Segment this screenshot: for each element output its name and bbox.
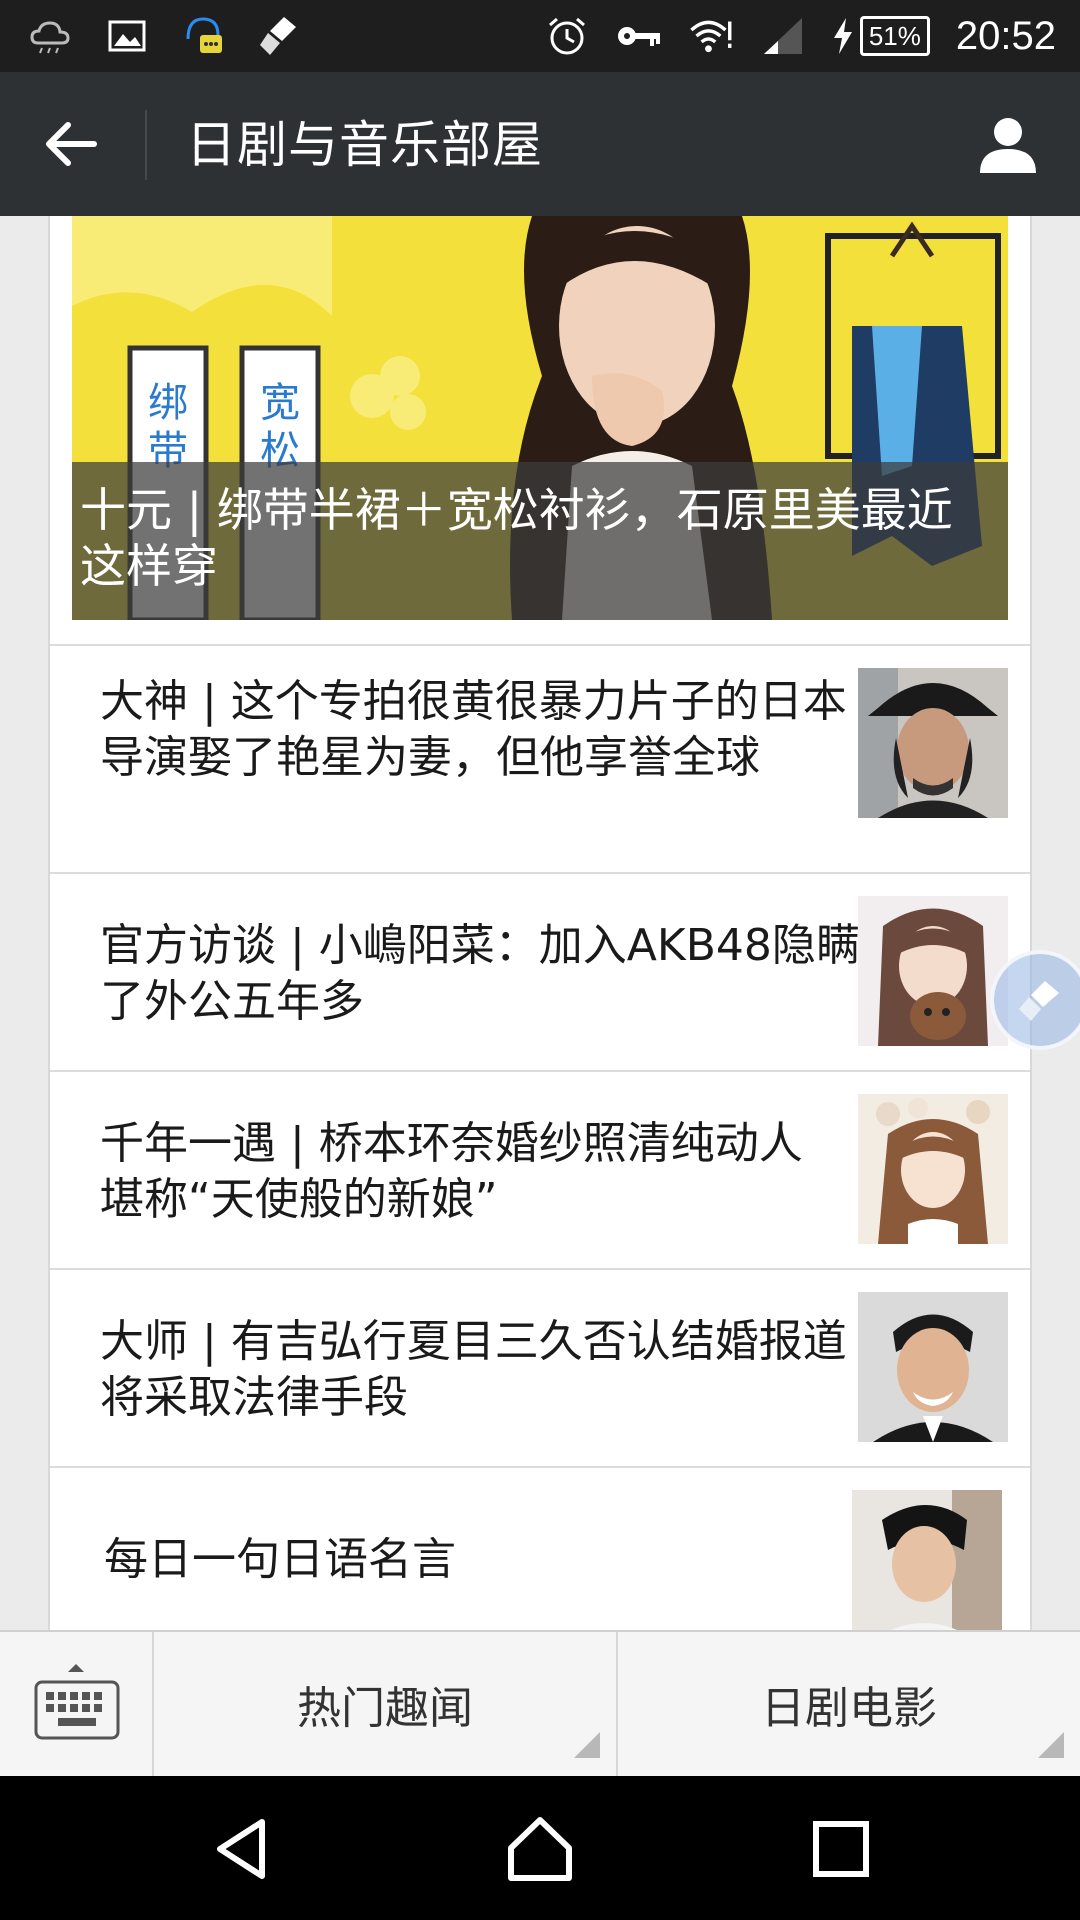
article-title: 每日一句日语名言 xyxy=(104,1534,456,1585)
cover-caption: 十元 | 绑带半裙＋宽松衬衫，石原里美最近这样穿 xyxy=(72,462,1008,620)
battery-indicator: 51% xyxy=(832,16,930,56)
image-icon xyxy=(104,13,150,59)
cleaner-icon xyxy=(1019,981,1059,1021)
key-icon xyxy=(616,13,662,59)
title-bar: 日剧与音乐部屋 xyxy=(0,72,1080,216)
alarm-icon xyxy=(544,13,590,59)
nav-recents-button[interactable] xyxy=(796,1804,886,1894)
article-title: 大神 | 这个专拍很黄很暴力片子的日本导演娶了艳星为妻，但他享誉全球 xyxy=(100,676,847,783)
menu-item-drama-movies[interactable]: 日剧电影 xyxy=(618,1632,1080,1776)
back-button[interactable] xyxy=(34,112,108,176)
cleaner-icon xyxy=(256,13,302,59)
nav-back-button[interactable] xyxy=(198,1804,288,1894)
charging-icon xyxy=(833,18,852,54)
bottom-menu: 热门趣闻 日剧电影 xyxy=(0,1630,1080,1776)
square-recents-icon xyxy=(813,1821,869,1877)
cover-label-right: 宽 xyxy=(260,380,300,426)
article-title: 官方访谈 | 小嶋阳菜：加入AKB48隐瞒了外公五年多 xyxy=(100,920,860,1027)
weather-icon xyxy=(28,13,74,59)
signal-icon xyxy=(760,13,806,59)
triangle-back-icon xyxy=(217,1819,265,1879)
wifi-icon xyxy=(688,13,734,59)
cover-label-left: 绑 xyxy=(148,380,188,426)
support-chat-icon xyxy=(180,13,226,59)
list-item[interactable]: 千年一遇 | 桥本环奈婚纱照清纯动人 堪称“天使般的新娘” xyxy=(50,1070,1030,1268)
status-bar: 51% 20:52 xyxy=(0,0,1080,72)
person-icon xyxy=(980,118,1036,173)
page-title: 日剧与音乐部屋 xyxy=(186,116,543,174)
list-item[interactable]: 大师 | 有吉弘行夏目三久否认结婚报道 将采取法律手段 xyxy=(50,1268,1030,1466)
arrow-left-icon xyxy=(46,122,97,166)
floating-cleaner-button[interactable] xyxy=(990,950,1080,1050)
keyboard-toggle-button[interactable] xyxy=(0,1632,154,1776)
status-time: 20:52 xyxy=(955,13,1056,58)
battery-level: 51% xyxy=(859,16,930,56)
navigation-bar xyxy=(0,1776,1080,1920)
list-item[interactable]: 大神 | 这个专拍很黄很暴力片子的日本导演娶了艳星为妻，但他享誉全球 xyxy=(50,644,1030,874)
article-thumbnail xyxy=(858,668,1008,818)
article-thumbnail xyxy=(858,1094,1008,1244)
article-title: 千年一遇 | 桥本环奈婚纱照清纯动人 堪称“天使般的新娘” xyxy=(100,1118,803,1225)
menu-item-label: 热门趣闻 xyxy=(297,1683,473,1734)
keyboard-icon xyxy=(34,1664,120,1740)
profile-button[interactable] xyxy=(972,108,1044,180)
title-divider xyxy=(145,110,147,180)
article-thumbnail xyxy=(858,896,1008,1046)
submenu-indicator-icon xyxy=(574,1732,600,1758)
article-thumbnail xyxy=(858,1292,1008,1442)
cover-article[interactable]: 绑 带 宽 松 十元 | 绑带半裙＋宽松衬衫，石原里美最近这样穿 xyxy=(72,216,1008,620)
article-list[interactable]: 绑 带 宽 松 十元 | 绑带半裙＋宽松衬衫，石原里美最近这样穿 大神 | 这个… xyxy=(48,216,1032,1630)
menu-item-hot-news[interactable]: 热门趣闻 xyxy=(154,1632,618,1776)
list-item[interactable]: 每日一句日语名言 xyxy=(50,1466,1030,1630)
article-thumbnail xyxy=(852,1490,1002,1630)
home-icon xyxy=(508,1817,572,1881)
article-title: 大师 | 有吉弘行夏目三久否认结婚报道 将采取法律手段 xyxy=(100,1316,847,1423)
nav-home-button[interactable] xyxy=(495,1804,585,1894)
menu-item-label: 日剧电影 xyxy=(761,1683,937,1734)
list-item[interactable]: 官方访谈 | 小嶋阳菜：加入AKB48隐瞒了外公五年多 xyxy=(50,872,1030,1070)
submenu-indicator-icon xyxy=(1038,1732,1064,1758)
